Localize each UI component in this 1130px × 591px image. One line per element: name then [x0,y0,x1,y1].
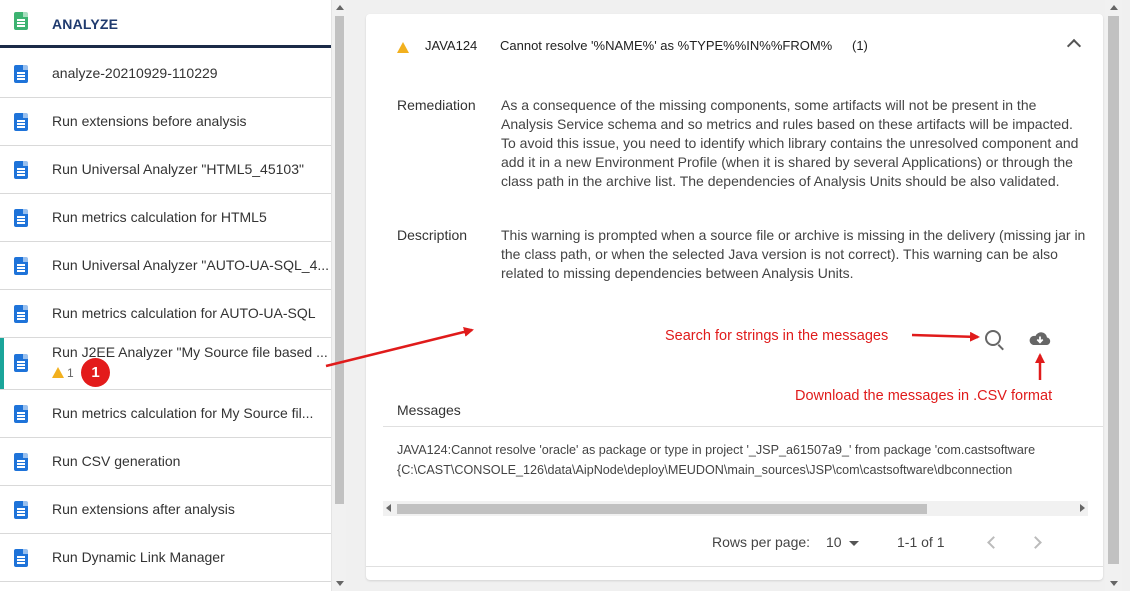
issue-title: Cannot resolve '%NAME%' as %TYPE%%IN%%FR… [500,38,833,53]
document-icon [14,354,28,372]
issue-count: (1) [852,38,868,53]
issue-header[interactable]: JAVA124 Cannot resolve '%NAME%' as %TYPE… [366,38,1103,58]
scrollbar-thumb[interactable] [397,504,927,514]
step-item[interactable]: analyze-20210929-110229 [0,50,331,98]
scrollbar-thumb[interactable] [1108,16,1119,564]
document-icon [14,305,28,323]
step-item[interactable]: Run Universal Analyzer "AUTO-UA-SQL_4... [0,242,331,290]
scroll-right-icon[interactable] [1080,504,1085,512]
rows-per-page-select[interactable]: 10 [826,534,842,550]
messages-label: Messages [397,402,461,418]
remediation-label: Remediation [397,97,476,113]
analyze-title: ANALYZE [52,16,119,32]
step-item[interactable]: Run metrics calculation for AUTO-UA-SQL [0,290,331,338]
document-icon [14,161,28,179]
document-icon [14,65,28,83]
issue-code: JAVA124 [425,38,478,53]
scroll-left-icon[interactable] [386,504,391,512]
scroll-up-icon[interactable] [336,5,344,10]
scrollbar-thumb[interactable] [335,16,344,504]
rows-per-page-label: Rows per page: [712,534,811,550]
step-label: Run metrics calculation for HTML5 [52,209,267,225]
scroll-up-icon[interactable] [1110,5,1118,10]
divider [366,566,1103,567]
steps-scrollbar[interactable] [331,0,346,591]
step-label: Run Universal Analyzer "HTML5_45103" [52,161,304,177]
step-item[interactable]: Run CSV generation [0,438,331,486]
dropdown-arrow-icon[interactable] [849,541,859,546]
document-icon [14,113,28,131]
next-page-icon[interactable] [1029,536,1042,549]
steps-panel: ANALYZE analyze-20210929-110229 Run exte… [0,0,346,591]
scroll-down-icon[interactable] [336,581,344,586]
page-range: 1-1 of 1 [897,534,945,550]
analyze-header[interactable]: ANALYZE [0,0,331,48]
issue-card: JAVA124 Cannot resolve '%NAME%' as %TYPE… [366,14,1103,580]
step-label: Run Universal Analyzer "AUTO-UA-SQL_4... [52,257,330,273]
download-annotation: Download the messages in .CSV format [795,388,1053,404]
search-icon[interactable] [985,330,1001,346]
step-label: Run metrics calculation for My Source fi… [52,405,314,421]
step-label: Run extensions before analysis [52,113,247,129]
step-number-badge: 1 [81,358,110,387]
step-item[interactable]: Run metrics calculation for HTML5 [0,194,331,242]
step-item[interactable]: Run metrics calculation for My Source fi… [0,390,331,438]
description-label: Description [397,227,468,243]
document-icon [14,12,28,30]
scroll-down-icon[interactable] [1110,581,1118,586]
step-item-selected[interactable]: Run J2EE Analyzer "My Source file based … [0,338,331,390]
step-item[interactable]: Run extensions before analysis [0,98,331,146]
divider [383,426,1103,427]
step-label: analyze-20210929-110229 [52,65,218,81]
steps-list: ANALYZE analyze-20210929-110229 Run exte… [0,0,331,591]
step-item[interactable]: Run extensions after analysis [0,486,331,534]
issue-detail-panel: JAVA124 Cannot resolve '%NAME%' as %TYPE… [346,0,1130,591]
step-label: Run extensions after analysis [52,501,235,517]
step-item[interactable]: Run Dynamic Link Manager [0,534,331,582]
previous-page-icon[interactable] [987,536,1000,549]
app-root: ANALYZE analyze-20210929-110229 Run exte… [0,0,1130,591]
document-icon [14,501,28,519]
remediation-text: As a consequence of the missing componen… [501,97,1079,189]
document-icon [14,453,28,471]
step-label: Run CSV generation [52,453,181,469]
warning-icon [52,367,64,378]
cloud-download-icon[interactable] [1028,330,1052,348]
document-icon [14,209,28,227]
detail-scrollbar[interactable] [1105,0,1122,591]
document-icon [14,549,28,567]
warning-icon [397,42,409,53]
document-icon [14,257,28,275]
message-line: JAVA124:Cannot resolve 'oracle' as packa… [397,443,1036,457]
step-item[interactable]: Run Universal Analyzer "HTML5_45103" [0,146,331,194]
messages-hscrollbar[interactable] [383,501,1088,516]
document-icon [14,405,28,423]
description-text: This warning is prompted when a source f… [501,227,1086,281]
message-line: {C:\CAST\CONSOLE_126\data\AipNode\deploy… [397,463,1013,477]
step-label: Run metrics calculation for AUTO-UA-SQL [52,305,316,321]
step-label: Run Dynamic Link Manager [52,549,225,565]
search-annotation: Search for strings in the messages [665,328,889,344]
warning-count: 1 [52,366,74,380]
